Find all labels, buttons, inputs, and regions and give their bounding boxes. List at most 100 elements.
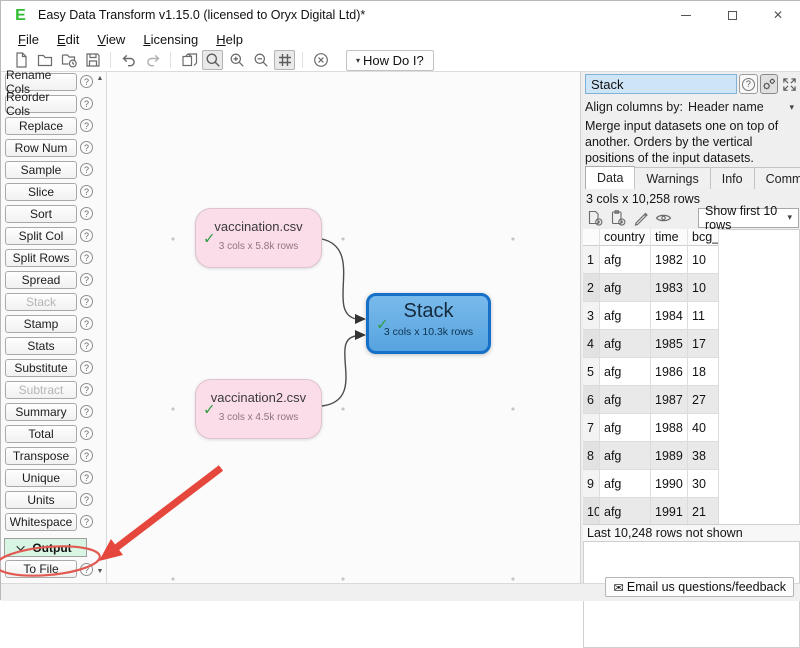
transform-button[interactable]: Slice (5, 183, 77, 201)
cell-country[interactable]: afg (600, 358, 651, 386)
maximize-button[interactable] (709, 1, 755, 29)
cell-bcg-vacc[interactable]: 10 (688, 274, 719, 302)
transform-button[interactable]: Transpose (5, 447, 77, 465)
cell-time[interactable]: 1989 (651, 442, 688, 470)
help-icon[interactable]: ? (80, 449, 93, 462)
expand-panel-button[interactable] (780, 74, 799, 94)
toggle-grid-button[interactable] (274, 50, 295, 70)
table-row[interactable]: 9 afg 1990 30 (583, 470, 719, 498)
help-icon[interactable]: ? (80, 251, 93, 264)
cell-country[interactable]: afg (600, 442, 651, 470)
cell-country[interactable]: afg (600, 302, 651, 330)
to-file-button[interactable]: To File (5, 560, 77, 578)
table-row[interactable]: 1 afg 1982 10 (583, 246, 719, 274)
cell-country[interactable]: afg (600, 274, 651, 302)
transform-button[interactable]: Units (5, 491, 77, 509)
table-row[interactable]: 6 afg 1987 27 (583, 386, 719, 414)
help-icon[interactable]: ? (80, 273, 93, 286)
cell-bcg-vacc[interactable]: 38 (688, 442, 719, 470)
cell-time[interactable]: 1983 (651, 274, 688, 302)
table-row[interactable]: 8 afg 1989 38 (583, 442, 719, 470)
transform-button[interactable]: Stack (5, 293, 77, 311)
help-icon[interactable]: ? (80, 361, 93, 374)
column-header[interactable]: country (600, 229, 651, 246)
help-icon[interactable]: ? (80, 229, 93, 242)
table-row[interactable]: 2 afg 1983 10 (583, 274, 719, 302)
save-button[interactable] (82, 50, 103, 70)
table-row[interactable]: 3 afg 1984 11 (583, 302, 719, 330)
how-do-i-button[interactable]: ▾ How Do I? (346, 50, 434, 71)
panel-tab[interactable]: Comm (754, 167, 800, 189)
settings-button[interactable] (760, 74, 779, 94)
help-icon[interactable]: ? (80, 339, 93, 352)
transform-button[interactable]: Spread (5, 271, 77, 289)
copy-data-button[interactable] (584, 208, 605, 228)
help-icon[interactable]: ? (80, 119, 93, 132)
edit-data-button[interactable] (630, 208, 651, 228)
sidebar-scroll-down-icon[interactable]: ▼ (94, 566, 106, 578)
panel-tab[interactable]: Info (710, 167, 755, 189)
help-icon[interactable]: ? (80, 317, 93, 330)
menu-item[interactable]: File (9, 31, 48, 48)
menu-item[interactable]: Edit (48, 31, 88, 48)
table-row[interactable]: 7 afg 1988 40 (583, 414, 719, 442)
table-row[interactable]: 4 afg 1985 17 (583, 330, 719, 358)
help-icon[interactable]: ? (80, 515, 93, 528)
panel-tab[interactable]: Warnings (634, 167, 710, 189)
output-section-header[interactable]: Output (4, 538, 87, 557)
cell-bcg-vacc[interactable]: 40 (688, 414, 719, 442)
transform-button[interactable]: Stats (5, 337, 77, 355)
help-icon[interactable]: ? (80, 405, 93, 418)
menu-item[interactable]: View (88, 31, 134, 48)
duplicate-button[interactable] (178, 50, 199, 70)
transform-button[interactable]: Substitute (5, 359, 77, 377)
panel-tab[interactable]: Data (585, 166, 635, 189)
help-icon[interactable]: ? (80, 471, 93, 484)
node-stack-selected[interactable]: ✓ Stack 3 cols x 10.3k rows (366, 293, 491, 354)
cell-bcg-vacc[interactable]: 18 (688, 358, 719, 386)
cell-time[interactable]: 1982 (651, 246, 688, 274)
zoom-out-button[interactable] (250, 50, 271, 70)
open-file-button[interactable] (34, 50, 55, 70)
help-icon[interactable]: ? (80, 163, 93, 176)
cell-time[interactable]: 1984 (651, 302, 688, 330)
sidebar-scroll-up-icon[interactable]: ▲ (94, 73, 106, 85)
help-icon[interactable]: ? (80, 75, 93, 88)
pan-zoom-button[interactable] (202, 50, 223, 70)
cell-time[interactable]: 1986 (651, 358, 688, 386)
close-button[interactable]: ✕ (755, 1, 800, 29)
help-icon[interactable]: ? (80, 563, 93, 576)
transform-button[interactable]: Split Col (5, 227, 77, 245)
show-rows-dropdown[interactable]: Show first 10 rows ▾ (698, 208, 799, 228)
node-vaccination2-csv[interactable]: ✓ vaccination2.csv 3 cols x 4.5k rows (195, 379, 322, 439)
transform-button[interactable]: Total (5, 425, 77, 443)
cell-bcg-vacc[interactable]: 11 (688, 302, 719, 330)
transform-button[interactable]: Replace (5, 117, 77, 135)
column-header[interactable]: time (651, 229, 688, 246)
transform-button[interactable]: Sample (5, 161, 77, 179)
help-icon[interactable]: ? (80, 141, 93, 154)
transform-button[interactable]: Stamp (5, 315, 77, 333)
table-row[interactable]: 5 afg 1986 18 (583, 358, 719, 386)
cell-country[interactable]: afg (600, 414, 651, 442)
help-icon[interactable]: ? (80, 427, 93, 440)
cell-country[interactable]: afg (600, 330, 651, 358)
cell-time[interactable]: 1991 (651, 498, 688, 526)
help-icon[interactable]: ? (80, 185, 93, 198)
help-icon[interactable]: ? (80, 493, 93, 506)
paste-data-button[interactable] (607, 208, 628, 228)
cell-bcg-vacc[interactable]: 17 (688, 330, 719, 358)
redo-button[interactable] (142, 50, 163, 70)
transform-button[interactable]: Split Rows (5, 249, 77, 267)
help-icon[interactable]: ? (80, 207, 93, 220)
email-feedback-button[interactable]: ✉ Email us questions/feedback (605, 577, 794, 597)
panel-help-button[interactable]: ? (739, 74, 758, 94)
help-icon[interactable]: ? (80, 97, 93, 110)
cell-time[interactable]: 1990 (651, 470, 688, 498)
cell-country[interactable]: afg (600, 470, 651, 498)
menu-item[interactable]: Help (207, 31, 252, 48)
cell-bcg-vacc[interactable]: 21 (688, 498, 719, 526)
transform-button[interactable]: Whitespace (5, 513, 77, 531)
minimize-button[interactable] (663, 1, 709, 29)
cancel-button[interactable] (310, 50, 331, 70)
